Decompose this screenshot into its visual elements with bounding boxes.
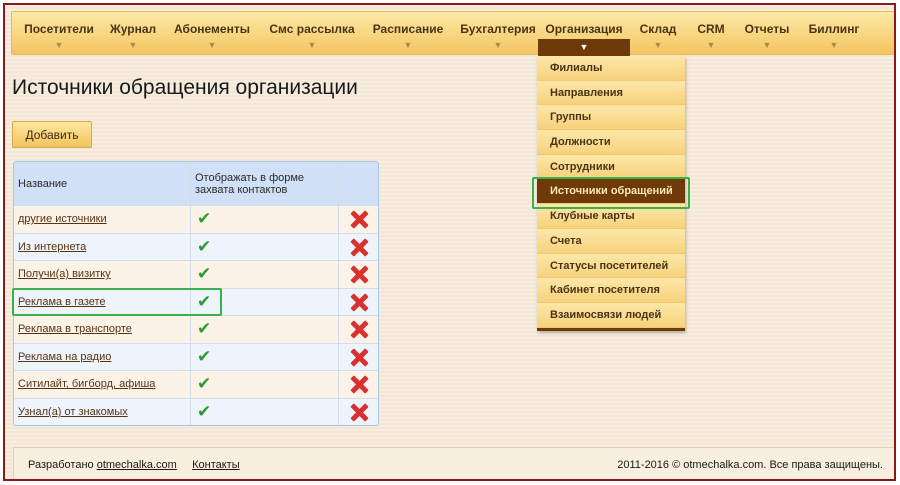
chevron-down-icon: ▼ — [128, 40, 138, 50]
menu-item-branches[interactable]: Филиалы — [537, 56, 685, 81]
footer: Разработано otmechalka.com Контакты 2011… — [13, 447, 894, 479]
check-icon: ✔ — [197, 374, 212, 394]
nav-item-billing[interactable]: Биллинг ▼ — [798, 12, 870, 56]
table-row: Ситилайт, бигборд, афиша ✔ — [14, 370, 378, 398]
delete-icon[interactable] — [350, 348, 368, 366]
contacts-link[interactable]: Контакты — [192, 459, 240, 471]
source-name-link[interactable]: Ситилайт, бигборд, афиша — [18, 378, 155, 390]
check-icon: ✔ — [197, 264, 212, 284]
menu-item-contact-sources[interactable]: Источники обращений — [537, 179, 685, 205]
nav-label: Организация — [545, 22, 623, 36]
menu-item-visitor-statuses[interactable]: Статусы посетителей — [537, 253, 685, 279]
menu-item-visitor-cabinet[interactable]: Кабинет посетителя — [537, 278, 685, 303]
menu-item-employees[interactable]: Сотрудники — [537, 154, 685, 180]
check-icon: ✔ — [197, 401, 212, 421]
chevron-down-icon: ▼ — [403, 40, 413, 50]
source-name-link[interactable]: Узнал(а) от знакомых — [18, 406, 128, 418]
menu-item-accounts[interactable]: Счета — [537, 228, 685, 254]
delete-icon[interactable] — [350, 403, 368, 421]
nav-item-journal[interactable]: Журнал ▼ — [102, 12, 164, 56]
check-icon: ✔ — [197, 346, 212, 366]
nav-label: Склад — [639, 22, 677, 36]
nav-item-accounting[interactable]: Бухгалтерия ▼ — [452, 12, 544, 56]
app-frame: Посетители ▼ Журнал ▼ Абонементы ▼ Смс р… — [3, 3, 896, 481]
nav-label: Отчеты — [744, 22, 790, 36]
table-row: Из интернета ✔ — [14, 232, 378, 260]
source-name-link[interactable]: другие источники — [18, 213, 107, 225]
chevron-down-icon: ▼ — [706, 40, 716, 50]
developer-link[interactable]: otmechalka.com — [97, 459, 177, 471]
delete-icon[interactable] — [350, 265, 368, 283]
delete-icon[interactable] — [350, 375, 368, 393]
nav-label: Расписание — [372, 22, 444, 36]
table-row: Реклама на радио ✔ — [14, 342, 378, 370]
source-name-link[interactable]: Реклама на радио — [18, 351, 111, 363]
chevron-down-icon: ▼ — [579, 42, 589, 52]
chevron-down-icon: ▼ — [307, 40, 317, 50]
table-row: Реклама в газете ✔ — [14, 287, 378, 315]
column-header-show[interactable]: Отображать в форме захвата контактов — [191, 162, 339, 205]
menu-item-directions[interactable]: Направления — [537, 80, 685, 106]
nav-item-warehouse[interactable]: Склад ▼ — [630, 12, 686, 56]
check-icon: ✔ — [197, 236, 212, 256]
source-name-link[interactable]: Реклама в транспорте — [18, 323, 132, 335]
organization-active-tab[interactable]: ▼ — [538, 39, 630, 56]
nav-item-schedule[interactable]: Расписание ▼ — [364, 12, 452, 56]
nav-label: CRM — [697, 22, 725, 36]
footer-left: Разработано otmechalka.com Контакты — [28, 459, 240, 471]
nav-label: Биллинг — [808, 22, 860, 36]
page-title: Источники обращения организации — [12, 76, 358, 99]
sources-table: Название Отображать в форме захвата конт… — [13, 161, 379, 426]
table-row: Получи(а) визитку ✔ — [14, 260, 378, 288]
add-button[interactable]: Добавить — [12, 121, 92, 148]
chevron-down-icon: ▼ — [54, 40, 64, 50]
menu-item-club-cards[interactable]: Клубные карты — [537, 204, 685, 229]
nav-label: Смс рассылка — [269, 22, 355, 36]
table-header-row: Название Отображать в форме захвата конт… — [14, 162, 378, 205]
nav-label: Абонементы — [174, 22, 250, 36]
delete-icon[interactable] — [350, 238, 368, 256]
source-name-link[interactable]: Из интернета — [18, 241, 86, 253]
check-icon: ✔ — [197, 291, 212, 311]
top-navigation: Посетители ▼ Журнал ▼ Абонементы ▼ Смс р… — [11, 11, 894, 56]
source-name-link[interactable]: Получи(а) визитку — [18, 268, 111, 280]
check-icon: ✔ — [197, 319, 212, 339]
chevron-down-icon: ▼ — [493, 40, 503, 50]
nav-item-visitors[interactable]: Посетители ▼ — [16, 12, 102, 56]
delete-icon[interactable] — [350, 293, 368, 311]
check-icon: ✔ — [197, 209, 212, 229]
column-header-actions — [339, 162, 378, 205]
nav-item-sms[interactable]: Смс рассылка ▼ — [260, 12, 364, 56]
delete-icon[interactable] — [350, 320, 368, 338]
nav-label: Журнал — [109, 22, 157, 36]
chevron-down-icon: ▼ — [653, 40, 663, 50]
nav-item-subscriptions[interactable]: Абонементы ▼ — [164, 12, 260, 56]
source-name-link[interactable]: Реклама в газете — [18, 296, 106, 308]
nav-item-crm[interactable]: CRM ▼ — [686, 12, 736, 56]
chevron-down-icon: ▼ — [829, 40, 839, 50]
table-row: другие источники ✔ — [14, 205, 378, 233]
chevron-down-icon: ▼ — [207, 40, 217, 50]
table-row: Узнал(а) от знакомых ✔ — [14, 397, 378, 425]
organization-dropdown-menu: Филиалы Направления Группы Должности Сот… — [537, 56, 685, 331]
nav-item-reports[interactable]: Отчеты ▼ — [736, 12, 798, 56]
chevron-down-icon: ▼ — [762, 40, 772, 50]
nav-label: Бухгалтерия — [460, 22, 536, 36]
delete-icon[interactable] — [350, 210, 368, 228]
menu-item-relationships[interactable]: Взаимосвязи людей — [537, 302, 685, 328]
nav-label: Посетители — [24, 22, 94, 36]
column-header-name[interactable]: Название — [14, 162, 191, 205]
menu-item-groups[interactable]: Группы — [537, 105, 685, 131]
menu-item-positions[interactable]: Должности — [537, 130, 685, 155]
copyright-text: 2011-2016 © otmechalka.com. Все права за… — [617, 459, 883, 471]
table-row: Реклама в транспорте ✔ — [14, 315, 378, 343]
developed-by-label: Разработано — [28, 459, 94, 471]
